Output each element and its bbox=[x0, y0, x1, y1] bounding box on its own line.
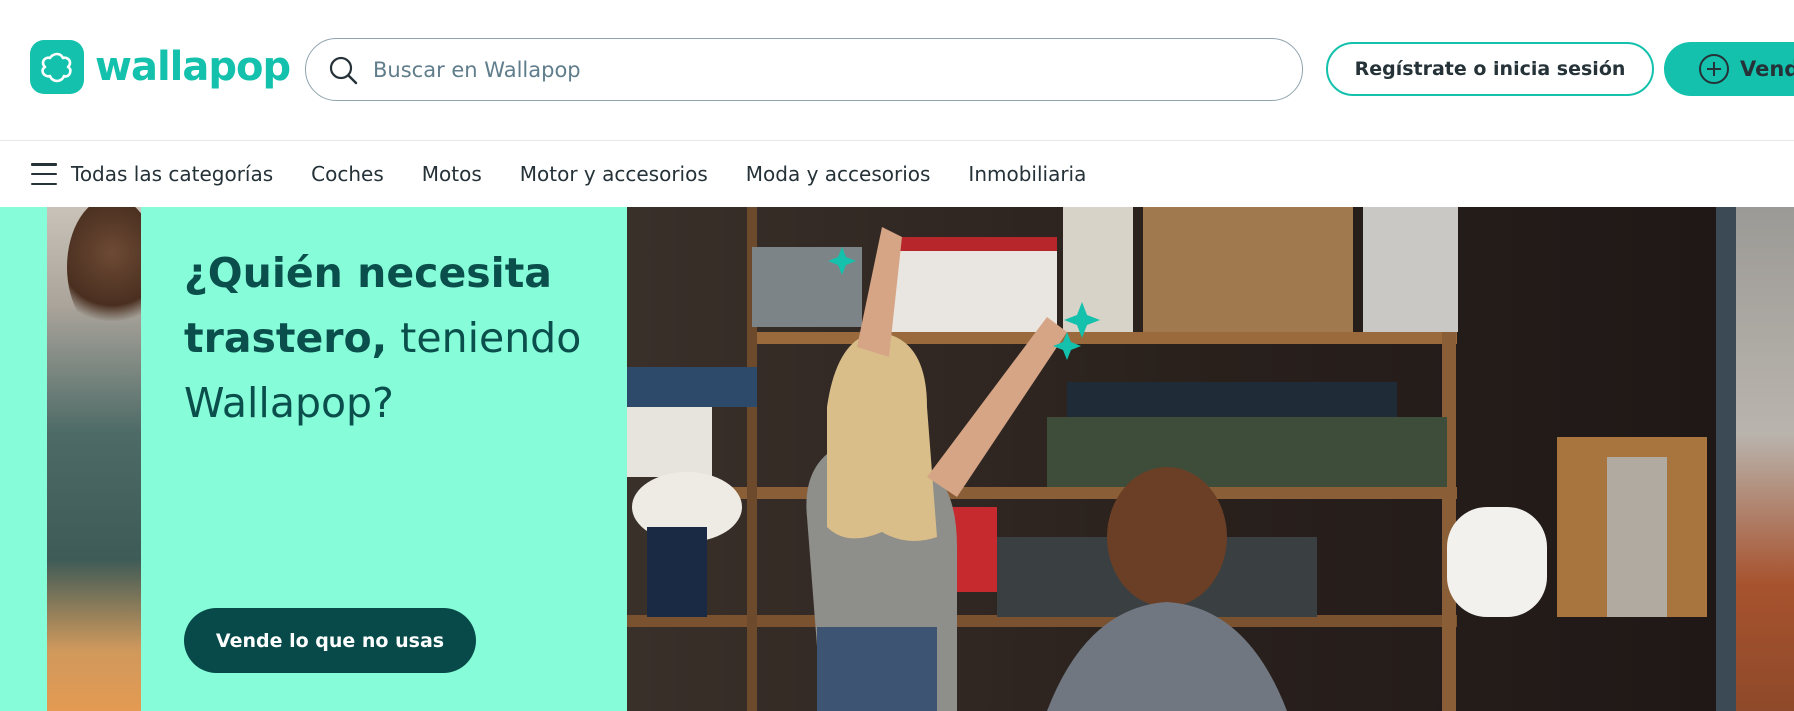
plus-circle-icon bbox=[1698, 53, 1730, 85]
hero-text-panel: ¿Quién necesita trastero, teniendo Walla… bbox=[141, 207, 627, 711]
hero-title-line3: Wallapop? bbox=[184, 379, 394, 427]
category-nav: Todas las categorías Coches Motos Motor … bbox=[0, 141, 1794, 207]
previous-slide-image[interactable] bbox=[47, 207, 157, 711]
search-icon bbox=[327, 54, 359, 86]
nav-all-categories[interactable]: Todas las categorías bbox=[71, 162, 273, 186]
search-bar[interactable] bbox=[305, 38, 1303, 101]
hero-photo bbox=[627, 207, 1716, 711]
hero-title-line1: ¿Quién necesita bbox=[184, 249, 552, 297]
menu-icon[interactable] bbox=[31, 163, 57, 185]
logo-wordmark: wallapop bbox=[95, 44, 291, 90]
nav-item-coches[interactable]: Coches bbox=[311, 162, 384, 186]
next-slide-image[interactable] bbox=[1716, 207, 1794, 711]
sell-unused-button[interactable]: Vende lo que no usas bbox=[184, 608, 476, 673]
hero-carousel: ¿Quién necesita trastero, teniendo Walla… bbox=[0, 207, 1794, 711]
hero-title-line2-bold: trastero, bbox=[184, 314, 388, 362]
top-header: wallapop Regístrate o inicia sesión Vend bbox=[0, 0, 1794, 141]
wallapop-logo[interactable]: wallapop bbox=[30, 40, 291, 94]
hero-left-edge bbox=[0, 207, 47, 711]
nav-item-moda-accesorios[interactable]: Moda y accesorios bbox=[746, 162, 931, 186]
hero-title: ¿Quién necesita trastero, teniendo Walla… bbox=[184, 241, 604, 436]
sell-button[interactable]: Vend bbox=[1664, 42, 1794, 96]
hero-title-line2-regular: teniendo bbox=[387, 314, 582, 362]
nav-item-motor-accesorios[interactable]: Motor y accesorios bbox=[520, 162, 708, 186]
register-login-button[interactable]: Regístrate o inicia sesión bbox=[1326, 42, 1654, 96]
search-input[interactable] bbox=[371, 56, 1235, 83]
wallapop-logo-icon bbox=[30, 40, 84, 94]
sell-button-label: Vend bbox=[1740, 57, 1794, 81]
nav-item-inmobiliaria[interactable]: Inmobiliaria bbox=[968, 162, 1086, 186]
nav-item-motos[interactable]: Motos bbox=[422, 162, 482, 186]
